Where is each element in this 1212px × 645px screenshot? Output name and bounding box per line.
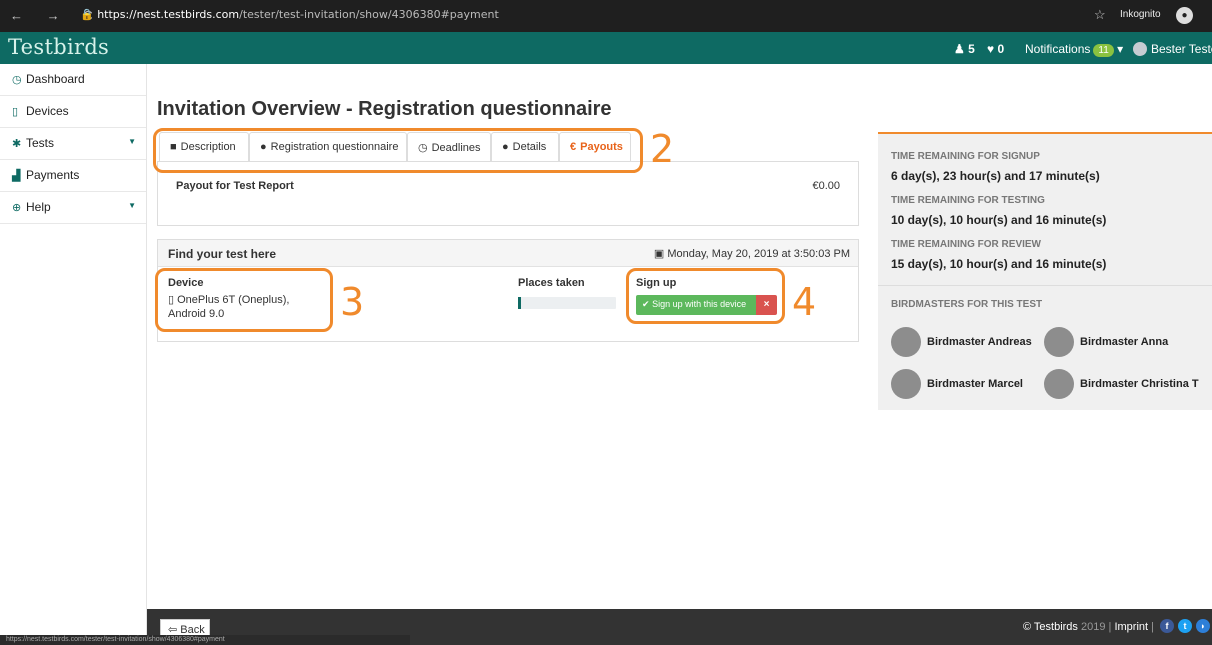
avatar [1044, 369, 1074, 399]
level-indicator[interactable]: ♟ 5 [954, 42, 975, 56]
annotation-box-tabs [153, 128, 643, 173]
page-title: Invitation Overview - Registration quest… [157, 98, 612, 120]
birdmaster-item[interactable]: Birdmaster Christina T [1044, 369, 1199, 399]
avatar [891, 327, 921, 357]
url-host: https://nest.testbirds.com [97, 8, 240, 21]
notifications-badge: 11 [1093, 44, 1114, 57]
likes-count: 0 [997, 42, 1005, 56]
review-deadline-value: 15 day(s), 10 hour(s) and 16 minute(s) [891, 257, 1107, 271]
incognito-icon[interactable]: ● [1176, 7, 1193, 24]
mobile-icon: ▯ [12, 106, 19, 118]
testbirds-logo[interactable]: Testbirds [8, 35, 109, 59]
signup-deadline-label: TIME REMAINING FOR SIGNUP [891, 151, 1040, 162]
incognito-label: Inkognito [1120, 9, 1161, 20]
places-progress-fill [518, 297, 521, 309]
chevron-down-icon: ▼ [128, 137, 136, 146]
app-header: Testbirds ♟ 5 ♥ 0 Notifications 11 ▾ Best… [0, 32, 1212, 64]
sidebar-item-dashboard[interactable]: ◷ Dashboard [0, 64, 146, 96]
sidebar: ◷ Dashboard ▯ Devices ✱ Tests ▼ ▟ Payments ⊕ H… [0, 64, 147, 645]
avatar [1133, 42, 1147, 56]
user-name: Bester Tester [1151, 42, 1212, 56]
testing-deadline-value: 10 day(s), 10 hour(s) and 16 minute(s) [891, 213, 1107, 227]
calendar-icon: ▣ [653, 248, 665, 260]
places-header: Places taken [518, 277, 585, 289]
facebook-icon[interactable]: f [1160, 619, 1174, 633]
twitter-icon[interactable]: t [1178, 619, 1192, 633]
chevron-down-icon: ▼ [128, 201, 136, 210]
sidebar-item-payments[interactable]: ▟ Payments [0, 160, 146, 192]
birdmaster-item[interactable]: Birdmaster Marcel [891, 369, 1023, 399]
address-bar[interactable]: 🔒 https://nest.testbirds.com/tester/test… [80, 8, 499, 21]
avatar [891, 369, 921, 399]
url-path: /tester/test-invitation/show/4306380#pay… [239, 8, 499, 21]
browser-toolbar: ← → C 🔒 https://nest.testbirds.com/teste… [0, 0, 1212, 32]
payout-value: €0.00 [812, 180, 840, 192]
trophy-icon: ♟ [954, 42, 965, 56]
sidebar-item-label: Tests [26, 136, 55, 150]
birdmasters-label: BIRDMASTERS FOR THIS TEST [891, 299, 1043, 310]
annotation-box-device [155, 268, 333, 332]
gear-icon: ✱ [12, 138, 22, 150]
notifications-menu[interactable]: Notifications 11 ▾ [1025, 42, 1123, 57]
birdmaster-name: Birdmaster Christina T [1080, 377, 1199, 390]
sidebar-item-devices[interactable]: ▯ Devices [0, 96, 146, 128]
copyright-brand: © Testbirds [1022, 621, 1078, 633]
testing-deadline-label: TIME REMAINING FOR TESTING [891, 195, 1045, 206]
copyright-year: 2019 [1080, 621, 1106, 633]
birdmaster-item[interactable]: Birdmaster Anna [1044, 327, 1168, 357]
chevron-down-icon: ▾ [1117, 42, 1124, 56]
sidebar-item-label: Dashboard [26, 72, 85, 86]
date-text: Monday, May 20, 2019 at 3:50:03 PM [667, 248, 850, 260]
user-menu[interactable]: Bester Tester [1133, 42, 1212, 56]
dashboard-icon: ◷ [12, 74, 22, 86]
annotation-number: 4 [792, 280, 817, 324]
divider [878, 285, 1212, 286]
lifebuoy-icon: ⊕ [12, 202, 22, 214]
sidebar-item-tests[interactable]: ✱ Tests ▼ [0, 128, 146, 160]
find-test-title: Find your test here [168, 247, 277, 261]
sidebar-item-label: Payments [26, 168, 80, 182]
sidebar-item-help[interactable]: ⊕ Help ▼ [0, 192, 146, 224]
level-count: 5 [968, 42, 975, 56]
imprint-link[interactable]: Imprint [1114, 621, 1148, 633]
payout-label: Payout for Test Report [176, 180, 294, 192]
deadline-info-panel: TIME REMAINING FOR SIGNUP 6 day(s), 23 h… [878, 132, 1212, 410]
birdmaster-name: Birdmaster Marcel [927, 377, 1023, 390]
browser-status-bar: https://nest.testbirds.com/tester/test-i… [0, 635, 410, 645]
annotation-number: 2 [650, 127, 675, 171]
sidebar-item-label: Help [26, 200, 51, 214]
places-progress [518, 297, 616, 309]
annotation-number: 3 [340, 280, 365, 324]
birdmaster-name: Birdmaster Anna [1080, 335, 1169, 348]
bar-chart-icon: ▟ [12, 170, 21, 182]
notifications-label: Notifications [1025, 42, 1091, 56]
sidebar-item-label: Devices [26, 104, 69, 118]
copyright: © Testbirds 2019 | Imprint | [1022, 621, 1154, 633]
heart-icon: ♥ [987, 42, 995, 56]
review-deadline-label: TIME REMAINING FOR REVIEW [891, 239, 1041, 250]
find-test-date: ▣ Monday, May 20, 2019 at 3:50:03 PM [654, 247, 850, 260]
avatar [1044, 327, 1074, 357]
signup-deadline-value: 6 day(s), 23 hour(s) and 17 minute(s) [891, 169, 1100, 183]
annotation-box-signup [626, 268, 785, 324]
bookmark-star-icon[interactable]: ☆ [1094, 7, 1106, 23]
find-test-header: Find your test here ▣ Monday, May 20, 20… [158, 240, 858, 267]
birdmaster-item[interactable]: Birdmaster Andreas [891, 327, 1032, 357]
likes-indicator[interactable]: ♥ 0 [987, 42, 1004, 56]
birdmaster-name: Birdmaster Andreas [927, 335, 1032, 348]
rss-icon[interactable]: ◗ [1196, 619, 1210, 633]
